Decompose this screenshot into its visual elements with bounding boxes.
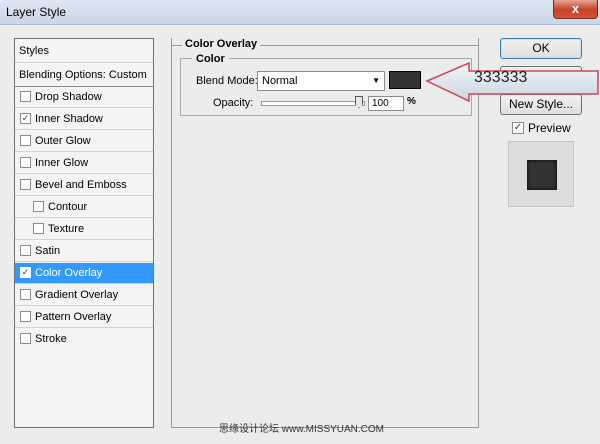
blend-mode-value: Normal — [262, 75, 298, 87]
dropdown-arrow-icon: ▼ — [372, 76, 380, 85]
section-title: Color Overlay — [182, 38, 261, 50]
style-item-label: Inner Glow — [35, 157, 89, 169]
blending-options-item[interactable]: Blending Options: Custom — [15, 63, 153, 87]
blend-mode-select[interactable]: Normal ▼ — [257, 71, 385, 91]
preview-checkbox[interactable]: ✓ — [512, 122, 524, 134]
style-item-bevel-emboss[interactable]: Bevel and Emboss — [15, 175, 153, 196]
drop-shadow-checkbox[interactable] — [20, 91, 31, 102]
preview-label: Preview — [528, 121, 571, 135]
style-item-label: Satin — [35, 245, 61, 257]
close-icon: x — [571, 1, 580, 16]
style-item-outer-glow[interactable]: Outer Glow — [15, 131, 153, 152]
style-item-drop-shadow[interactable]: Drop Shadow — [15, 87, 153, 108]
style-item-label: Drop Shadow — [35, 91, 102, 103]
watermark: 思缘设计论坛 www.MISSYUAN.COM — [219, 424, 385, 435]
style-item-texture[interactable]: Texture — [15, 219, 153, 240]
title-bar: Layer Style x — [0, 0, 600, 25]
inner-glow-checkbox[interactable] — [20, 157, 31, 168]
blending-options-label: Blending Options: Custom — [19, 69, 147, 81]
style-item-label: Contour — [48, 201, 88, 213]
preview-thumbnail — [508, 141, 574, 207]
style-item-label: Outer Glow — [35, 135, 91, 147]
satin-checkbox[interactable] — [20, 245, 31, 256]
style-item-color-overlay[interactable]: ✓ Color Overlay — [15, 263, 153, 284]
inner-shadow-checkbox[interactable]: ✓ — [20, 113, 31, 124]
style-item-label: Inner Shadow — [35, 113, 103, 125]
color-overlay-checkbox[interactable]: ✓ — [20, 267, 31, 278]
styles-header[interactable]: Styles — [15, 39, 153, 63]
annotation-text: 333333 — [474, 69, 528, 86]
style-item-pattern-overlay[interactable]: Pattern Overlay — [15, 307, 153, 328]
window-title: Layer Style — [6, 5, 67, 19]
style-item-label: Pattern Overlay — [35, 311, 112, 323]
style-item-label: Color Overlay — [35, 267, 103, 279]
outer-glow-checkbox[interactable] — [20, 135, 31, 146]
style-item-label: Gradient Overlay — [35, 289, 119, 301]
styles-list: Styles Blending Options: Custom Drop Sha… — [14, 38, 154, 428]
blend-mode-label: Blend Mode: — [196, 75, 258, 87]
stroke-checkbox[interactable] — [20, 333, 31, 344]
style-item-inner-glow[interactable]: Inner Glow — [15, 153, 153, 174]
pattern-overlay-checkbox[interactable] — [20, 311, 31, 322]
styles-header-label: Styles — [19, 45, 49, 57]
opacity-label: Opacity: — [213, 97, 254, 109]
opacity-slider-track[interactable] — [261, 101, 365, 106]
style-item-stroke[interactable]: Stroke — [15, 329, 153, 350]
style-item-label: Texture — [48, 223, 85, 235]
bevel-emboss-checkbox[interactable] — [20, 179, 31, 190]
preview-swatch — [527, 160, 557, 190]
close-button[interactable]: x — [553, 0, 598, 19]
opacity-unit: % — [407, 96, 416, 107]
style-item-label: Stroke — [35, 333, 67, 345]
contour-checkbox[interactable] — [33, 201, 44, 212]
ok-button[interactable]: OK — [500, 38, 582, 59]
overlay-color-swatch[interactable] — [389, 71, 421, 89]
gradient-overlay-checkbox[interactable] — [20, 289, 31, 300]
opacity-input[interactable]: 100 — [368, 96, 404, 111]
texture-checkbox[interactable] — [33, 223, 44, 234]
style-item-gradient-overlay[interactable]: Gradient Overlay — [15, 285, 153, 306]
style-item-contour[interactable]: Contour — [15, 197, 153, 218]
style-item-satin[interactable]: Satin — [15, 241, 153, 262]
style-item-label: Bevel and Emboss — [35, 179, 127, 191]
group-title: Color — [192, 53, 229, 65]
style-item-inner-shadow[interactable]: ✓ Inner Shadow — [15, 109, 153, 130]
